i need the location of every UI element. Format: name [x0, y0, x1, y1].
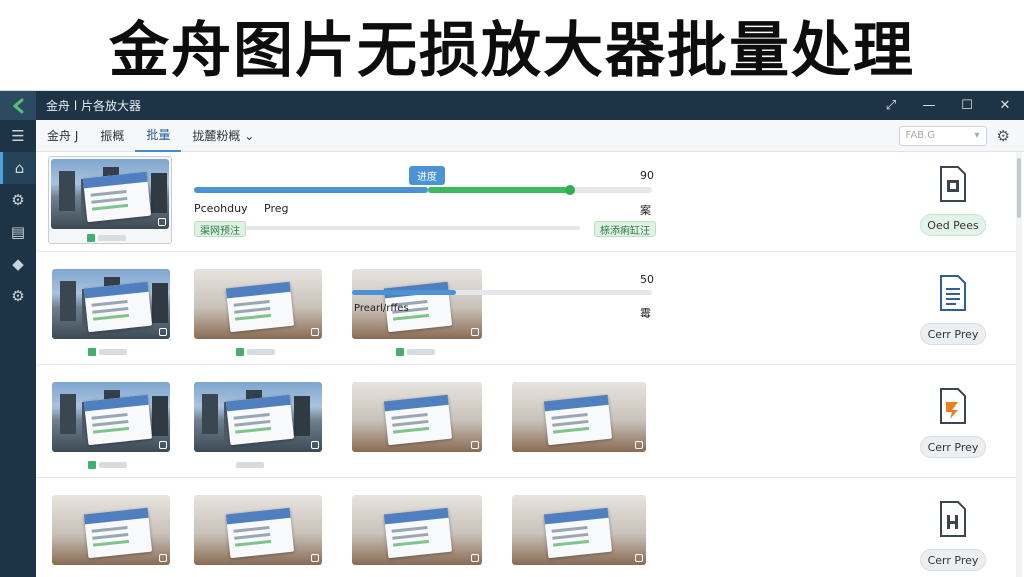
progress-fill: [352, 290, 456, 295]
image-thumbnail[interactable]: [52, 382, 170, 452]
toolbar: 金舟 J 振概 批量 拢麓粉概 ⌄ FAB.G ▾ ⚙: [36, 120, 1024, 152]
home-icon: ⌂: [14, 159, 25, 177]
sidebar: ☰ ⌂ ⚙ ▤ ◆ ⚙: [0, 120, 36, 577]
open-button[interactable]: Oed Pees: [920, 214, 986, 236]
progress-fill-green: [428, 187, 570, 193]
progress-label-left: Prearl/rffes: [354, 303, 409, 314]
scrollbar-thumb[interactable]: [1017, 158, 1021, 218]
image-thumbnail[interactable]: [512, 495, 646, 565]
row-action: Cerr Prey: [916, 501, 990, 571]
thumb-caption: [396, 347, 435, 357]
image-thumbnail[interactable]: [194, 495, 322, 565]
secondary-track: [246, 226, 580, 230]
image-thumbnail[interactable]: [194, 269, 322, 339]
image-thumbnail[interactable]: [352, 495, 482, 565]
window-controls: ⤢ — ☐ ✕: [872, 91, 1024, 120]
window-title: 金舟 l 片各放大器: [46, 99, 141, 113]
image-thumbnail[interactable]: [52, 495, 170, 565]
image-thumbnail[interactable]: [52, 269, 170, 339]
chevron-down-icon: ▾: [974, 130, 980, 141]
tab-overview[interactable]: 振概: [89, 120, 135, 152]
format-select[interactable]: FAB.G ▾: [898, 125, 987, 146]
thumb-caption: [88, 347, 127, 357]
thumb-caption: [236, 460, 264, 470]
document-icon: ▤: [10, 223, 26, 241]
code-file-icon: [938, 501, 968, 537]
gear-icon: ⚙: [11, 191, 25, 209]
settings-gear-icon[interactable]: ⚙: [997, 127, 1010, 145]
sidebar-item-settings[interactable]: ⚙: [0, 184, 36, 216]
tab-home[interactable]: 金舟 J: [36, 120, 89, 152]
thumb-caption: [87, 233, 126, 243]
thumb-caption: [88, 460, 127, 470]
restore-icon[interactable]: ⤢: [872, 91, 910, 120]
pdf-file-icon: [938, 388, 968, 424]
progress-value: 90: [640, 169, 654, 182]
image-thumbnail[interactable]: [352, 382, 482, 452]
slider-knob[interactable]: [564, 185, 575, 195]
list-item: 进度 90 Pceohduy Preg 案 渠网预注 榇添痢缸汪 Oed Pee…: [36, 152, 1020, 252]
tab-batch[interactable]: 批量: [135, 120, 182, 152]
minimize-button[interactable]: —: [910, 91, 948, 120]
title-bar: 金舟 l 片各放大器 ⤢ — ☐ ✕: [0, 91, 1024, 120]
image-thumbnail[interactable]: [194, 382, 322, 452]
promo-banner: 金舟图片无损放大器批量处理: [0, 0, 1024, 90]
open-button[interactable]: Cerr Prey: [920, 549, 986, 571]
close-button[interactable]: ✕: [986, 91, 1024, 120]
progress-value: 50: [640, 273, 654, 286]
row-action: Cerr Prey: [916, 275, 990, 345]
progress-label-mid: Preg: [264, 202, 289, 215]
scrollbar[interactable]: [1016, 152, 1022, 577]
puzzle-icon: ◆: [12, 255, 24, 273]
progress-fill-blue: [194, 187, 428, 193]
image-thumbnail[interactable]: [51, 159, 169, 229]
progress-label-right: 霉: [640, 307, 651, 320]
row-action: Oed Pees: [916, 166, 990, 236]
sidebar-item-preferences[interactable]: ⚙: [0, 280, 36, 312]
batch-list: 进度 90 Pceohduy Preg 案 渠网预注 榇添痢缸汪 Oed Pee…: [36, 152, 1024, 577]
sidebar-item-documents[interactable]: ▤: [0, 216, 36, 248]
row-action: Cerr Prey: [916, 388, 990, 458]
banner-headline: 金舟图片无损放大器批量处理: [109, 15, 915, 86]
progress-label-right: 案: [640, 204, 651, 217]
selected-thumb-frame[interactable]: [48, 156, 172, 244]
list-item: 50 Prearl/rffes 霉 Cerr Prey: [36, 253, 1020, 365]
menu-icon[interactable]: ☰: [0, 120, 36, 152]
format-select-value: FAB.G: [905, 130, 936, 141]
image-file-icon: [938, 166, 968, 202]
progress-tooltip: 进度: [409, 166, 445, 185]
text-file-icon: [938, 275, 968, 311]
list-item: Cerr Prey: [36, 479, 1020, 577]
sidebar-item-plugins[interactable]: ◆: [0, 248, 36, 280]
maximize-button[interactable]: ☐: [948, 91, 986, 120]
settings-icon: ⚙: [11, 287, 25, 305]
list-item: Cerr Prey: [36, 366, 1020, 478]
progress-label-left: Pceohduy: [194, 202, 248, 215]
status-pill-right: 榇添痢缸汪: [594, 221, 656, 237]
open-button[interactable]: Cerr Prey: [920, 436, 986, 458]
tab-more[interactable]: 拢麓粉概 ⌄: [181, 120, 265, 152]
image-thumbnail[interactable]: [512, 382, 646, 452]
open-button[interactable]: Cerr Prey: [920, 323, 986, 345]
sidebar-item-home[interactable]: ⌂: [0, 152, 36, 184]
thumb-caption: [236, 347, 275, 357]
app-window: 金舟 l 片各放大器 ⤢ — ☐ ✕ ☰ ⌂ ⚙ ▤ ◆ ⚙ 金舟 J 振概 批…: [0, 90, 1024, 577]
status-pill-left: 渠网预注: [194, 221, 246, 237]
app-logo-icon: [0, 91, 36, 120]
